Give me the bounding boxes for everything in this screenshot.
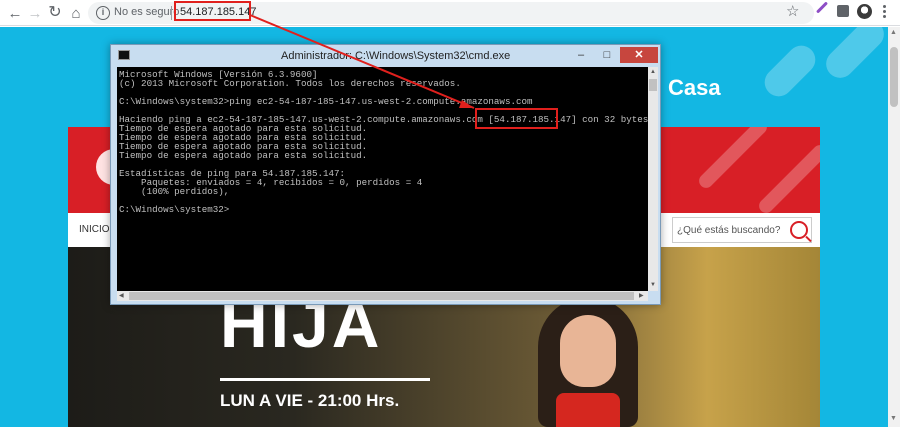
profile-avatar[interactable] [857, 4, 872, 19]
console-line: (c) 2013 Microsoft Corporation. Todos lo… [119, 78, 461, 89]
back-arrow-icon[interactable]: ← [5, 3, 25, 23]
nav-item-inicio[interactable]: INICIO [79, 224, 110, 235]
bookmark-star-icon[interactable]: ☆ [786, 2, 799, 20]
cmd-window[interactable]: Administrador: C:\Windows\System32\cmd.e… [110, 44, 661, 305]
console-line: Tiempo de espera agotado para esta solic… [119, 150, 368, 161]
scroll-down-arrow-icon[interactable]: ▼ [650, 282, 656, 288]
cmd-vertical-thumb[interactable] [649, 79, 657, 91]
scroll-up-arrow-icon[interactable]: ▲ [890, 29, 897, 36]
pen-extension-icon[interactable] [815, 1, 829, 14]
maximize-button[interactable]: □ [594, 47, 620, 63]
hero-girl-image [538, 297, 638, 427]
security-label[interactable]: No es seguro [114, 6, 179, 18]
banner-stripe [696, 127, 770, 191]
scroll-up-arrow-icon[interactable]: ▲ [650, 69, 656, 75]
cmd-app-icon[interactable] [118, 50, 130, 60]
scroll-right-arrow-icon[interactable]: ▶ [639, 293, 644, 299]
page-scroll-thumb[interactable] [890, 47, 898, 107]
console-line: (100% perdidos), [119, 186, 230, 197]
cmd-titlebar[interactable]: Administrador: C:\Windows\System32\cmd.e… [111, 45, 660, 67]
browser-toolbar: ← → ↻ ⌂ i No es seguro 54.187.185.147 ☆ [0, 0, 900, 26]
hero-divider [220, 378, 430, 381]
cmd-horizontal-thumb[interactable] [129, 292, 634, 300]
browser-menu-icon[interactable] [883, 5, 887, 21]
close-button[interactable]: ✕ [620, 47, 658, 63]
page-scrollbar[interactable]: ▲ ▼ [888, 27, 900, 427]
url-annotation-box [174, 1, 251, 21]
banner-stripe [756, 142, 820, 213]
site-brand-text[interactable]: Casa [668, 75, 721, 101]
ip-annotation-box [475, 108, 558, 129]
console-line: C:\Windows\system32> [119, 204, 230, 215]
scroll-down-arrow-icon[interactable]: ▼ [890, 415, 897, 422]
info-icon[interactable]: i [96, 6, 110, 20]
search-icon[interactable] [790, 221, 808, 239]
cmd-title: Administrador: C:\Windows\System32\cmd.e… [281, 50, 511, 62]
search-placeholder: ¿Qué estás buscando? [677, 225, 781, 236]
console-line: C:\Windows\system32>ping ec2-54-187-185-… [119, 96, 533, 107]
decorative-stripe [758, 39, 822, 103]
minimize-button[interactable]: – [568, 47, 594, 63]
address-divider [171, 6, 172, 20]
forward-arrow-icon[interactable]: → [25, 3, 45, 23]
reload-icon[interactable]: ↻ [45, 3, 65, 23]
decorative-stripe [820, 27, 888, 84]
site-search-input[interactable]: ¿Qué estás buscando? [672, 217, 812, 243]
cmd-horizontal-scrollbar[interactable]: ◀ ▶ [117, 291, 648, 301]
cmd-console[interactable]: Microsoft Windows [Versión 6.3.9600] (c)… [117, 67, 648, 291]
scroll-left-arrow-icon[interactable]: ◀ [119, 293, 124, 299]
home-icon[interactable]: ⌂ [66, 3, 86, 23]
cmd-vertical-scrollbar[interactable]: ▲ ▼ [648, 67, 658, 291]
extensions-puzzle-icon[interactable] [837, 5, 849, 17]
hero-schedule: LUN A VIE - 21:00 Hrs. [220, 391, 400, 410]
